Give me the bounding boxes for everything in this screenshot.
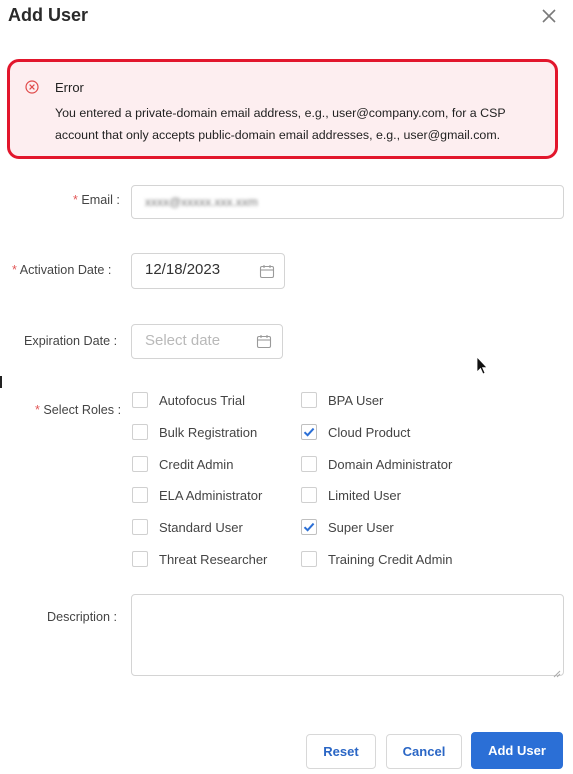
email-label-text: Email : (81, 193, 120, 207)
email-value: xxxx@xxxxx.xxx.xxm (145, 195, 258, 209)
role-checkbox[interactable] (132, 551, 148, 567)
select-roles-label: * Select Roles : (35, 403, 121, 417)
dialog-title: Add User (8, 5, 89, 25)
role-checkbox[interactable] (132, 487, 148, 503)
required-mark: * (12, 263, 17, 277)
mouse-cursor-icon (476, 355, 490, 378)
role-label: Bulk Registration (159, 425, 258, 440)
checkmark-icon (303, 427, 315, 437)
description-textarea[interactable] (131, 594, 564, 678)
expiration-date-picker[interactable]: Select date (131, 324, 283, 359)
select-roles-label-text: Select Roles : (43, 403, 122, 417)
reset-button[interactable]: Reset (306, 734, 376, 769)
email-label: * Email : (73, 193, 120, 207)
error-alert: Error You entered a private-domain email… (7, 59, 558, 159)
required-mark: * (73, 193, 78, 207)
expiration-date-label: Expiration Date : (24, 334, 118, 348)
checkmark-icon (303, 522, 315, 532)
error-circle-icon (25, 80, 39, 94)
role-checkbox[interactable] (132, 456, 148, 472)
role-label: Autofocus Trial (159, 393, 245, 408)
activation-date-label-text: Activation Date : (19, 263, 112, 277)
role-checkbox[interactable] (301, 392, 317, 408)
role-label: ELA Administrator (159, 488, 263, 503)
description-label: Description : (47, 610, 117, 624)
close-icon[interactable] (539, 6, 559, 26)
role-label: Domain Administrator (328, 457, 453, 472)
role-checkbox[interactable] (301, 519, 317, 535)
role-checkbox[interactable] (132, 392, 148, 408)
activation-date-label: * Activation Date : (12, 263, 111, 277)
resize-handle-icon[interactable] (553, 665, 561, 678)
role-label: Credit Admin (159, 457, 234, 472)
error-title: Error (55, 80, 84, 95)
role-checkbox[interactable] (301, 551, 317, 567)
role-label: Limited User (328, 488, 401, 503)
email-field[interactable]: xxxx@xxxxx.xxx.xxm (131, 185, 564, 219)
calendar-icon (256, 334, 272, 349)
role-label: Super User (328, 520, 394, 535)
role-label: Threat Researcher (159, 552, 268, 567)
role-label: BPA User (328, 393, 384, 408)
required-mark: * (35, 403, 40, 417)
cancel-button[interactable]: Cancel (386, 734, 462, 769)
role-checkbox[interactable] (301, 424, 317, 440)
role-checkbox[interactable] (301, 456, 317, 472)
activation-date-value: 12/18/2023 (145, 261, 221, 278)
calendar-icon (259, 264, 275, 279)
role-label: Cloud Product (328, 425, 411, 440)
add-user-button[interactable]: Add User (471, 732, 563, 769)
error-message: You entered a private-domain email addre… (55, 106, 506, 142)
activation-date-picker[interactable]: 12/18/2023 (131, 253, 285, 289)
role-label: Training Credit Admin (328, 552, 453, 567)
edge-mark (0, 376, 2, 388)
expiration-date-placeholder: Select date (145, 332, 221, 349)
role-checkbox[interactable] (301, 487, 317, 503)
role-checkbox[interactable] (132, 519, 148, 535)
role-label: Standard User (159, 520, 243, 535)
role-checkbox[interactable] (132, 424, 148, 440)
